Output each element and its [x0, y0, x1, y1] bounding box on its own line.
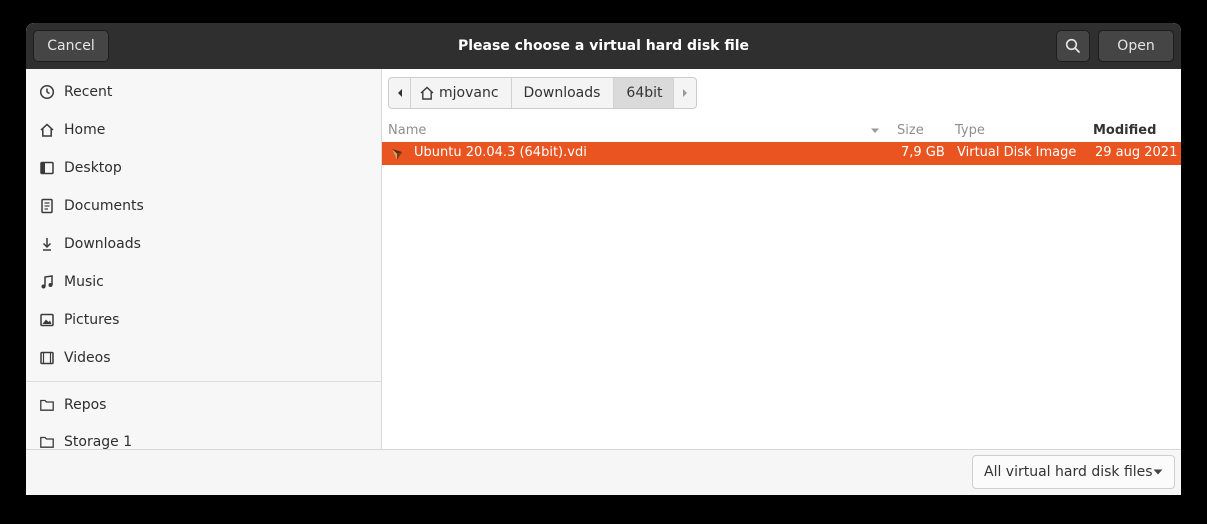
sidebar-item-label: Documents — [64, 198, 144, 214]
file-size: 7,9 GB — [901, 145, 945, 160]
file-filter-dropdown[interactable]: All virtual hard disk files — [972, 455, 1175, 489]
sidebar-item-pictures[interactable]: Pictures — [26, 301, 381, 339]
column-header-size[interactable]: Size — [897, 123, 924, 138]
path-segment-label: Downloads — [523, 85, 601, 101]
path-bar: mjovanc Downloads 64bit — [388, 77, 697, 109]
sidebar-item-label: Desktop — [64, 160, 122, 176]
sidebar-item-label: Home — [64, 122, 106, 138]
chevron-left-icon — [397, 89, 402, 97]
path-segment-current[interactable]: 64bit — [614, 78, 674, 108]
chevron-right-icon — [682, 89, 687, 97]
virtualbox-file-icon — [392, 149, 402, 160]
sidebar-separator — [26, 381, 381, 382]
sidebar-item-recent[interactable]: Recent — [26, 73, 381, 111]
sidebar-item-label: Music — [64, 274, 104, 290]
clock-icon — [38, 83, 56, 101]
places-sidebar: Recent Home Desktop Documents Downloads — [26, 69, 382, 449]
sidebar-item-label: Repos — [64, 397, 107, 413]
sidebar-item-storage-1[interactable]: Storage 1 — [26, 423, 381, 449]
open-button[interactable]: Open — [1098, 30, 1174, 62]
download-icon — [38, 235, 56, 253]
desktop-icon — [38, 159, 56, 177]
sort-down-icon — [871, 128, 879, 133]
path-segment-home[interactable]: mjovanc — [411, 78, 512, 108]
column-header-type[interactable]: Type — [955, 123, 985, 138]
dialog-footer: All virtual hard disk files — [26, 449, 1181, 495]
folder-icon — [38, 433, 56, 449]
column-header-name[interactable]: Name — [388, 123, 426, 138]
sidebar-item-label: Storage 1 — [64, 434, 133, 449]
file-chooser-dialog: Cancel Please choose a virtual hard disk… — [26, 23, 1181, 495]
sidebar-item-desktop[interactable]: Desktop — [26, 149, 381, 187]
sidebar-item-label: Recent — [64, 84, 113, 100]
dialog-title: Please choose a virtual hard disk file — [457, 38, 750, 54]
path-back-button[interactable] — [389, 78, 411, 108]
music-icon — [38, 273, 56, 291]
sidebar-item-label: Pictures — [64, 312, 120, 328]
file-name: Ubuntu 20.04.3 (64bit).vdi — [414, 145, 587, 160]
home-icon — [420, 86, 434, 100]
sidebar-item-repos[interactable]: Repos — [26, 386, 381, 424]
header-bar: Cancel Please choose a virtual hard disk… — [26, 23, 1181, 69]
path-forward-button[interactable] — [674, 78, 696, 108]
column-headers: Name Size Type Modified — [382, 121, 1181, 141]
search-button[interactable] — [1056, 30, 1090, 62]
sidebar-item-documents[interactable]: Documents — [26, 187, 381, 225]
sidebar-item-label: Downloads — [64, 236, 141, 252]
sidebar-item-label: Videos — [64, 350, 111, 366]
file-filter-label: All virtual hard disk files — [984, 464, 1153, 480]
path-segment-label: mjovanc — [439, 85, 499, 101]
file-list-pane: mjovanc Downloads 64bit Name Size Type M… — [382, 69, 1181, 449]
sidebar-item-music[interactable]: Music — [26, 263, 381, 301]
chevron-down-icon — [1153, 469, 1163, 475]
home-icon — [38, 121, 56, 139]
picture-icon — [38, 311, 56, 329]
document-icon — [38, 197, 56, 215]
sidebar-item-home[interactable]: Home — [26, 111, 381, 149]
file-modified: 29 aug 2021 — [1095, 145, 1178, 160]
cancel-button[interactable]: Cancel — [33, 30, 109, 62]
path-segment-downloads[interactable]: Downloads — [512, 78, 615, 108]
video-icon — [38, 349, 56, 367]
search-icon — [1065, 38, 1080, 53]
column-header-modified[interactable]: Modified — [1093, 123, 1156, 138]
file-type: Virtual Disk Image — [957, 145, 1077, 160]
sidebar-item-videos[interactable]: Videos — [26, 339, 381, 377]
folder-icon — [38, 396, 56, 414]
file-row[interactable]: Ubuntu 20.04.3 (64bit).vdi 7,9 GB Virtua… — [382, 142, 1181, 165]
sidebar-item-downloads[interactable]: Downloads — [26, 225, 381, 263]
path-segment-label: 64bit — [626, 85, 663, 101]
